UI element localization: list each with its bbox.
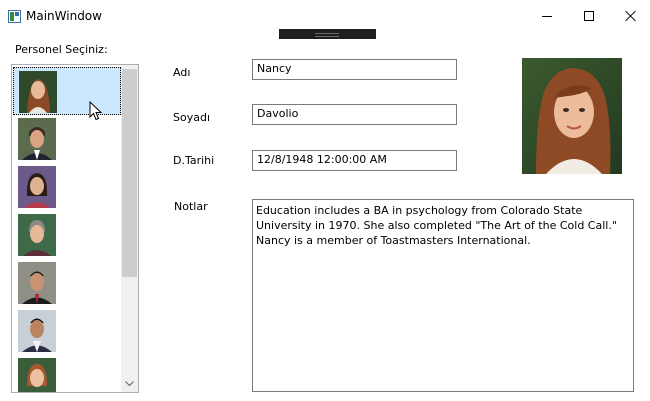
employee-photo [522, 58, 622, 174]
minimize-icon [542, 15, 552, 17]
personnel-listbox[interactable] [11, 64, 139, 393]
female-portrait-icon [18, 166, 56, 208]
notes-field[interactable]: Education includes a BA in psychology fr… [252, 199, 634, 392]
list-item[interactable] [13, 67, 121, 115]
notes-label: Notlar [174, 200, 208, 213]
scroll-thumb[interactable] [122, 69, 137, 277]
maximize-icon [584, 11, 594, 21]
list-item[interactable] [13, 307, 121, 355]
close-icon [625, 10, 637, 22]
birth-date-field[interactable]: 12/8/1948 12:00:00 AM [252, 150, 457, 171]
female-portrait-icon [19, 71, 57, 113]
male-portrait-icon [18, 118, 56, 160]
maximize-button[interactable] [566, 0, 612, 32]
list-item[interactable] [13, 355, 121, 392]
list-item[interactable] [13, 115, 121, 163]
first-name-label: Adı [173, 66, 191, 79]
last-name-field[interactable]: Davolio [252, 104, 457, 125]
list-item[interactable] [13, 163, 121, 211]
female-portrait-icon [18, 214, 56, 256]
mouse-cursor-icon [89, 101, 103, 121]
list-item[interactable] [13, 211, 121, 259]
female-portrait-icon [18, 358, 56, 392]
last-name-label: Soyadı [173, 111, 211, 124]
chevron-down-icon[interactable] [125, 381, 134, 387]
debug-toolbar[interactable] [279, 29, 376, 39]
minimize-button[interactable] [524, 0, 570, 32]
title-bar[interactable]: MainWindow [0, 0, 650, 32]
close-button[interactable] [608, 0, 650, 32]
app-icon [8, 10, 21, 23]
window-title: MainWindow [26, 9, 102, 23]
male-portrait-icon [18, 310, 56, 352]
listbox-scrollbar[interactable] [121, 65, 138, 392]
male-portrait-icon [18, 262, 56, 304]
personnel-label: Personel Seçiniz: [15, 43, 108, 56]
birth-date-label: D.Tarihi [173, 154, 215, 167]
first-name-field[interactable]: Nancy [252, 59, 457, 80]
list-item[interactable] [13, 259, 121, 307]
